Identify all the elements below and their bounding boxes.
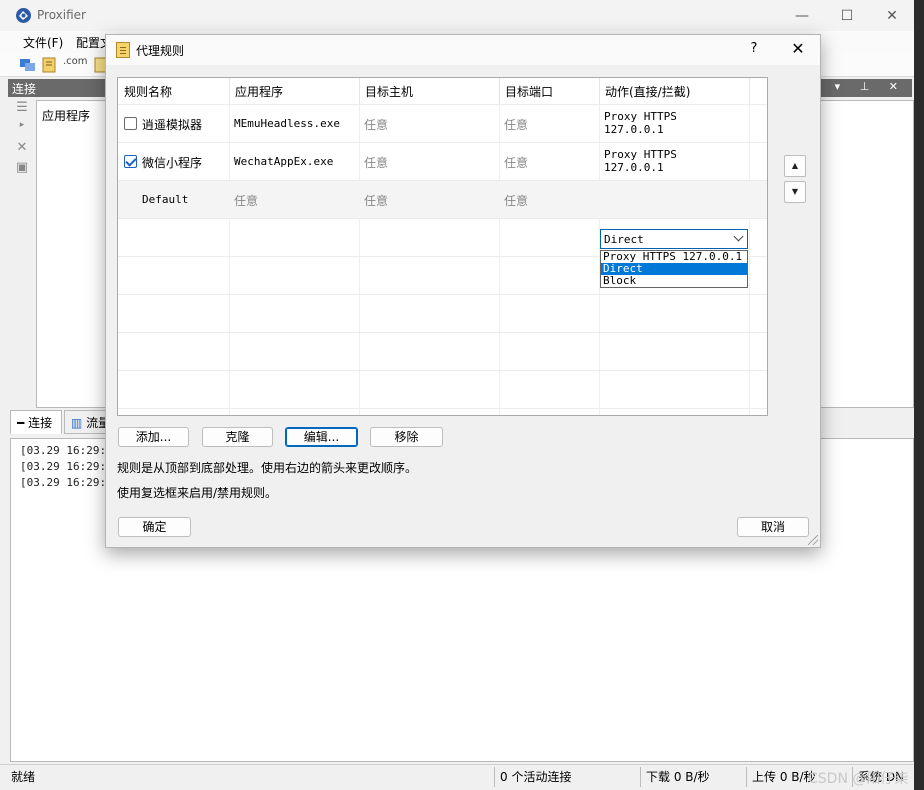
- hint-checkbox: 使用复选框来启用/禁用规则。: [117, 486, 278, 500]
- close-connection-icon[interactable]: ✕: [10, 140, 34, 160]
- main-titlebar: Proxifier — ☐ ✕: [0, 0, 914, 31]
- status-ready: 就绪: [11, 770, 36, 784]
- add-rule-button[interactable]: 添加...: [118, 427, 189, 447]
- table-row[interactable]: 逍遥模拟器 MEmuHeadless.exe 任意 任意 Proxy HTTPS…: [118, 104, 767, 142]
- rule-action-line2: 127.0.0.1: [604, 123, 664, 136]
- rule-target-port: 任意: [504, 118, 529, 132]
- column-header-action[interactable]: 动作(直接/拦截): [599, 78, 749, 104]
- left-toolstrip: ☰ ▸ ✕ ▣: [10, 100, 34, 410]
- rule-name: 逍遥模拟器: [142, 118, 203, 132]
- column-application[interactable]: 应用程序: [42, 107, 90, 124]
- dot-com-icon[interactable]: .com: [63, 56, 88, 72]
- rule-name: 微信小程序: [142, 156, 203, 170]
- dialog-title: 代理规则: [136, 44, 185, 58]
- action-select-value: Direct: [604, 233, 644, 246]
- move-down-button[interactable]: ▼: [784, 181, 806, 203]
- watermark: CSDN @阳仔柒: [808, 771, 909, 787]
- ok-button[interactable]: 确定: [118, 517, 191, 537]
- move-up-button[interactable]: ▲: [784, 155, 806, 177]
- proxifier-logo-icon: [16, 8, 31, 23]
- rule-action-line1: Proxy HTTPS: [604, 148, 677, 161]
- status-upload: 上传 0 B/秒: [752, 770, 816, 784]
- traffic-chart-icon: ▥: [71, 416, 83, 430]
- rules-table[interactable]: 规则名称 应用程序 目标主机 目标端口 动作(直接/拦截) 逍遥模拟器 MEmu…: [117, 77, 768, 416]
- table-row-empty: [118, 370, 767, 408]
- action-select[interactable]: Direct: [600, 229, 748, 249]
- table-row-empty: [118, 332, 767, 370]
- rule-target-host: 任意: [364, 156, 389, 170]
- column-divider[interactable]: [749, 78, 750, 104]
- tab-connections[interactable]: ━ 连接: [10, 410, 62, 434]
- table-row-empty: [118, 408, 767, 415]
- dialog-close-button[interactable]: ✕: [788, 39, 808, 58]
- clone-rule-button[interactable]: 克隆: [202, 427, 273, 447]
- rule-application: WechatAppEx.exe: [234, 155, 334, 168]
- action-option-block[interactable]: Block: [601, 275, 747, 287]
- action-dropdown-list[interactable]: Proxy HTTPS 127.0.0.1 Direct Block: [600, 250, 748, 288]
- details-icon[interactable]: ▣: [10, 160, 34, 180]
- help-button[interactable]: ?: [746, 41, 762, 56]
- profile-icon[interactable]: [41, 57, 59, 73]
- maximize-icon[interactable]: ☐: [825, 4, 869, 28]
- minimize-icon[interactable]: —: [780, 4, 824, 28]
- close-window-icon[interactable]: ✕: [870, 4, 914, 28]
- expand-icon[interactable]: ▸: [10, 120, 34, 140]
- pane-title: 连接: [12, 82, 37, 96]
- rule-target-host: 任意: [364, 118, 389, 132]
- status-divider: [640, 767, 641, 787]
- status-download: 下载 0 B/秒: [646, 770, 710, 784]
- rule-action-line1: Proxy HTTPS: [604, 110, 677, 123]
- hint-order: 规则是从顶部到底部处理。使用右边的箭头来更改顺序。: [117, 461, 418, 475]
- rule-target-host: 任意: [364, 194, 389, 208]
- table-row-default[interactable]: Default 任意 任意 任意: [118, 180, 767, 218]
- status-divider: [746, 767, 747, 787]
- resize-grip-icon[interactable]: [808, 535, 818, 545]
- dialog-titlebar: 代理规则 ? ✕: [106, 35, 820, 65]
- column-header-rule-name[interactable]: 规则名称: [118, 78, 229, 104]
- column-header-target-port[interactable]: 目标端口: [499, 78, 599, 104]
- status-divider: [494, 767, 495, 787]
- main-window-title: Proxifier: [37, 8, 86, 22]
- table-row-empty: [118, 294, 767, 332]
- rules-dialog-icon: [116, 42, 130, 58]
- status-active-connections: 0 个活动连接: [500, 770, 572, 784]
- rule-enable-checkbox[interactable]: [124, 155, 137, 168]
- rule-enable-checkbox[interactable]: [124, 117, 137, 130]
- statusbar: 就绪 0 个活动连接 下载 0 B/秒 上传 0 B/秒 系统 DN: [0, 764, 914, 790]
- connections-tab-icon: ━: [17, 416, 25, 430]
- rule-name: Default: [142, 193, 189, 206]
- menu-file[interactable]: 文件(F): [23, 34, 63, 51]
- chevron-down-icon[interactable]: [733, 231, 744, 242]
- column-header-application[interactable]: 应用程序: [229, 78, 359, 104]
- table-row[interactable]: 微信小程序 WechatAppEx.exe 任意 任意 Proxy HTTPS …: [118, 142, 767, 180]
- background-app-strip: [914, 0, 924, 790]
- remove-rule-button[interactable]: 移除: [370, 427, 443, 447]
- rule-target-port: 任意: [504, 156, 529, 170]
- list-view-icon[interactable]: ☰: [10, 100, 34, 120]
- column-header-target-host[interactable]: 目标主机: [359, 78, 499, 104]
- tab-connections-label: 连接: [28, 416, 53, 430]
- edit-rule-button[interactable]: 编辑...: [285, 427, 358, 447]
- rule-target-port: 任意: [504, 194, 529, 208]
- proxy-rules-dialog: 代理规则 ? ✕ 规则名称 应用程序 目标主机 目标端口 动作(直接/拦截) 逍…: [105, 34, 821, 548]
- connections-icon[interactable]: [19, 57, 37, 73]
- rule-application: 任意: [234, 194, 259, 208]
- pane-buttons[interactable]: ▾ ⊥ ✕: [835, 80, 906, 93]
- cancel-button[interactable]: 取消: [737, 517, 809, 537]
- rule-action-line2: 127.0.0.1: [604, 161, 664, 174]
- rule-application: MEmuHeadless.exe: [234, 117, 340, 130]
